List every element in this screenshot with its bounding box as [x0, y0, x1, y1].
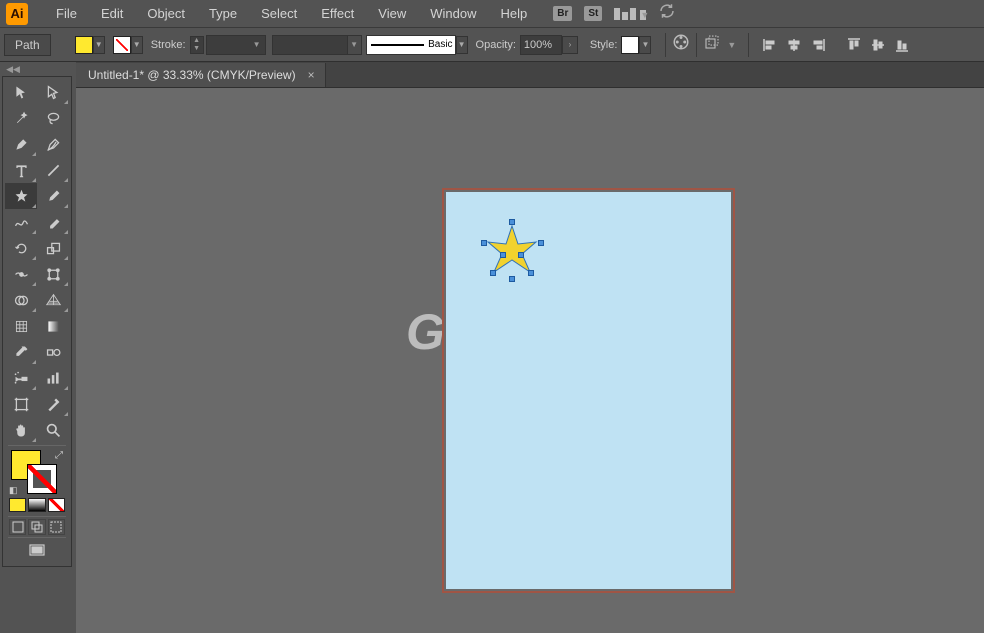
swap-fill-stroke-icon[interactable]: ⤢: [55, 450, 63, 461]
style-dropdown[interactable]: ▼: [639, 36, 651, 54]
opacity-field[interactable]: 100%: [520, 35, 562, 55]
selection-mode-label[interactable]: Path: [4, 34, 51, 56]
hand-tool[interactable]: [5, 417, 37, 443]
menu-type[interactable]: Type: [197, 6, 249, 21]
menu-window[interactable]: Window: [418, 6, 488, 21]
artboard-tool[interactable]: [5, 391, 37, 417]
scale-tool[interactable]: [37, 235, 69, 261]
artboard[interactable]: [442, 188, 735, 593]
menu-select[interactable]: Select: [249, 6, 309, 21]
column-graph-tool[interactable]: [37, 365, 69, 391]
align-vcenter-icon[interactable]: [869, 36, 887, 54]
blend-tool[interactable]: [37, 339, 69, 365]
align-top-icon[interactable]: [845, 36, 863, 54]
shape-builder-tool[interactable]: [5, 287, 37, 313]
free-transform-tool[interactable]: [37, 261, 69, 287]
pen-tool[interactable]: [5, 131, 37, 157]
star-shape[interactable]: [484, 222, 540, 283]
menu-view[interactable]: View: [366, 6, 418, 21]
tools-panel: ⤢ ◧: [2, 76, 72, 567]
stroke-label: Stroke:: [151, 39, 186, 51]
align-left-icon[interactable]: [761, 36, 779, 54]
eyedropper-tool[interactable]: [5, 339, 37, 365]
stroke-dropdown[interactable]: ▼: [131, 36, 143, 54]
sync-settings-icon[interactable]: [658, 2, 676, 25]
color-mode-none[interactable]: [48, 498, 65, 512]
screen-mode-icon[interactable]: [26, 542, 48, 560]
stock-badge[interactable]: St: [584, 6, 602, 21]
color-mode-row: [9, 498, 65, 512]
color-mode-gradient[interactable]: [28, 498, 45, 512]
symbol-sprayer-tool[interactable]: [5, 365, 37, 391]
type-tool[interactable]: [5, 157, 37, 183]
rotate-tool[interactable]: [5, 235, 37, 261]
close-tab-icon[interactable]: ×: [308, 68, 315, 82]
perspective-grid-tool[interactable]: [37, 287, 69, 313]
control-bar: Path ▼ ▼ Stroke: ▲▼ ▼ ▼ Basic ▼ Opacity:…: [0, 28, 984, 62]
fill-stroke-control[interactable]: ⤢ ◧: [9, 450, 65, 494]
curvature-tool[interactable]: [37, 131, 69, 157]
default-fill-stroke-icon[interactable]: ◧: [9, 485, 18, 496]
opacity-label: Opacity:: [476, 39, 516, 51]
align-hcenter-icon[interactable]: [785, 36, 803, 54]
recolor-artwork-icon[interactable]: [672, 33, 690, 56]
menu-effect[interactable]: Effect: [309, 6, 366, 21]
slice-tool[interactable]: [37, 391, 69, 417]
align-right-icon[interactable]: [809, 36, 827, 54]
document-tabs: Untitled-1* @ 33.33% (CMYK/Preview) ×: [76, 62, 984, 88]
app-icon: Ai: [6, 3, 28, 25]
mesh-tool[interactable]: [5, 313, 37, 339]
draw-behind-icon[interactable]: [28, 519, 45, 535]
fill-dropdown[interactable]: ▼: [93, 36, 105, 54]
paintbrush-tool[interactable]: [37, 183, 69, 209]
stroke-color-box[interactable]: [27, 464, 57, 494]
transform-icon[interactable]: [703, 33, 721, 56]
bridge-badge[interactable]: Br: [553, 6, 572, 21]
line-segment-tool[interactable]: [37, 157, 69, 183]
menu-object[interactable]: Object: [135, 6, 197, 21]
draw-inside-icon[interactable]: [48, 519, 65, 535]
color-mode-solid[interactable]: [9, 498, 26, 512]
panel-collapse-icon[interactable]: ◀◀: [3, 64, 23, 74]
stroke-weight-field[interactable]: ▼: [206, 35, 266, 55]
stroke-weight-stepper[interactable]: ▲▼: [190, 36, 204, 54]
align-group: [761, 36, 911, 54]
star-tool[interactable]: [5, 183, 37, 209]
selection-tool[interactable]: [5, 79, 37, 105]
draw-mode-row: [9, 519, 65, 535]
menu-edit[interactable]: Edit: [89, 6, 135, 21]
gradient-tool[interactable]: [37, 313, 69, 339]
style-label: Style:: [590, 39, 618, 51]
eraser-tool[interactable]: [37, 209, 69, 235]
fill-swatch[interactable]: [75, 36, 93, 54]
menu-help[interactable]: Help: [488, 6, 539, 21]
canvas[interactable]: G X T 网 system.com: [76, 88, 984, 633]
document-tab-title: Untitled-1* @ 33.33% (CMYK/Preview): [88, 68, 296, 82]
lasso-tool[interactable]: [37, 105, 69, 131]
brush-definition[interactable]: Basic: [366, 35, 456, 55]
menu-bar: Ai File Edit Object Type Select Effect V…: [0, 0, 984, 28]
arrange-documents-icon[interactable]: ▼: [614, 8, 646, 20]
menu-file[interactable]: File: [44, 6, 89, 21]
zoom-tool[interactable]: [37, 417, 69, 443]
width-tool[interactable]: [5, 261, 37, 287]
magic-wand-tool[interactable]: [5, 105, 37, 131]
align-bottom-icon[interactable]: [893, 36, 911, 54]
opacity-dropdown[interactable]: ›: [562, 36, 578, 54]
style-swatch[interactable]: [621, 36, 639, 54]
shaper-tool[interactable]: [5, 209, 37, 235]
variable-width-profile[interactable]: ▼: [272, 35, 362, 55]
stroke-swatch[interactable]: [113, 36, 131, 54]
brush-dropdown[interactable]: ▼: [456, 36, 468, 54]
draw-normal-icon[interactable]: [9, 519, 26, 535]
direct-selection-tool[interactable]: [37, 79, 69, 105]
document-tab[interactable]: Untitled-1* @ 33.33% (CMYK/Preview) ×: [76, 63, 326, 87]
